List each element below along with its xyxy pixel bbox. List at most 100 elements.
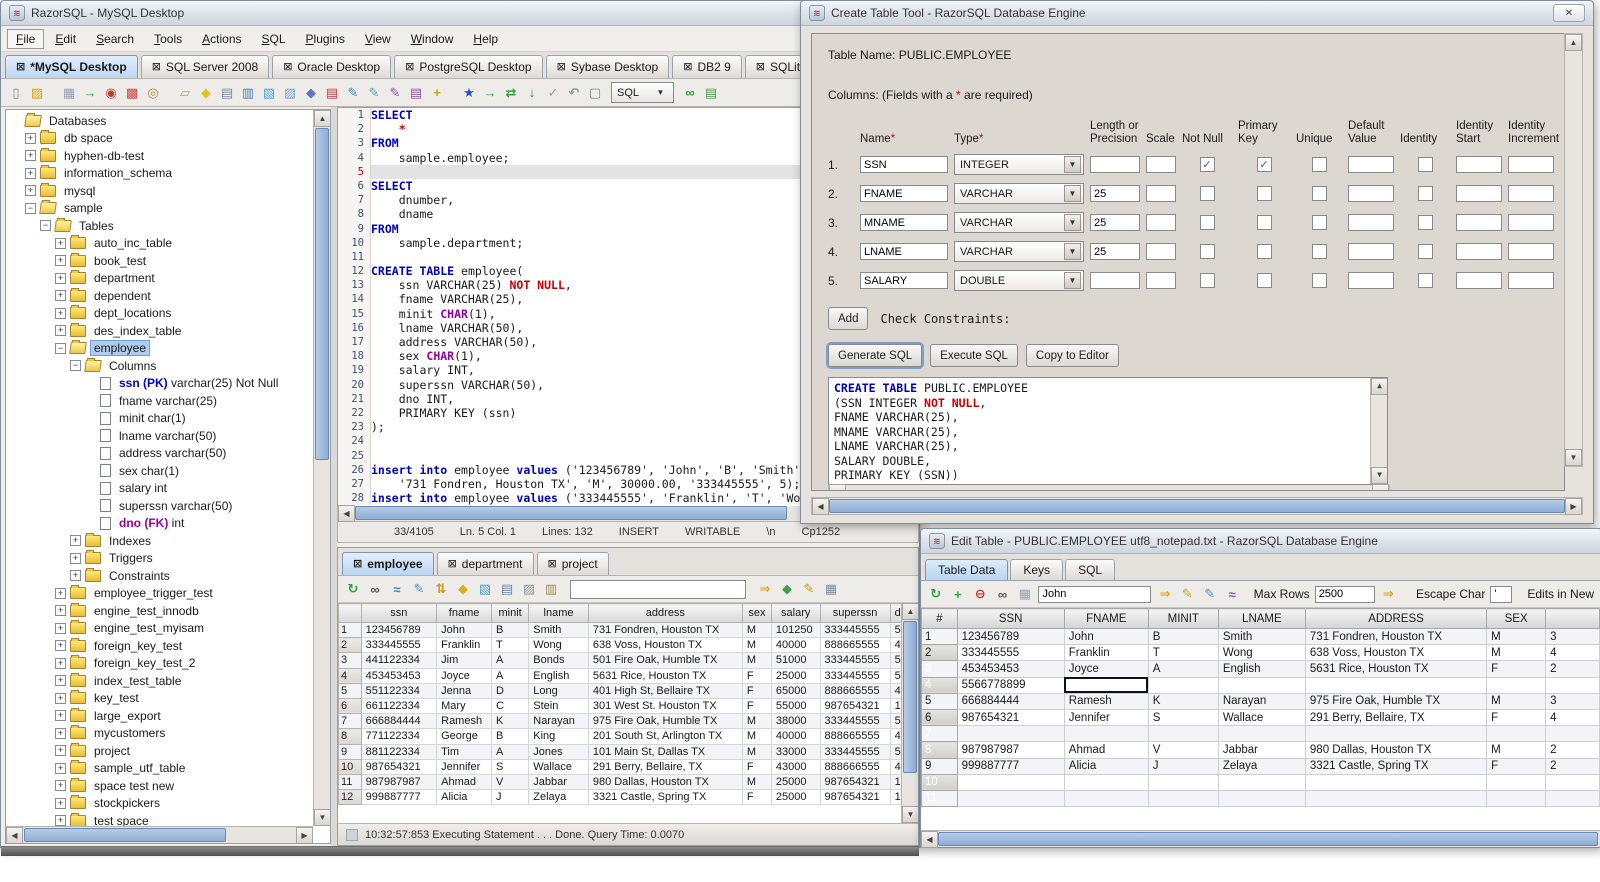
edit-cell[interactable]: F	[1486, 757, 1547, 775]
length-precision-input[interactable]	[1090, 243, 1140, 260]
table-row[interactable]: 11 987987987 Ahmad V Jabbar 980 Dallas, Houst…	[338, 773, 918, 791]
results-tab-project[interactable]: ⊠ project	[536, 552, 609, 575]
edit-cell[interactable]	[1147, 676, 1219, 694]
edit-cell[interactable]: M	[1486, 692, 1547, 710]
chevron-down-icon[interactable]: ▼	[1064, 272, 1081, 289]
edit-cell[interactable]	[1486, 725, 1547, 743]
edit-cell[interactable]	[956, 725, 1065, 743]
edit-cell[interactable]: F	[1486, 660, 1547, 678]
expand-icon[interactable]: +	[25, 185, 36, 197]
check-syntax-icon[interactable]: ✓	[544, 84, 562, 102]
collapse-icon[interactable]: −	[70, 360, 81, 372]
tree-item-key_test[interactable]: + key_test	[6, 690, 313, 708]
scroll-left-icon[interactable]: ◀	[338, 505, 355, 522]
table-row[interactable]: 8 987987987 Ahmad V Jabbar 980 Dallas, Housto…	[921, 741, 1600, 759]
identity-increment-input[interactable]	[1508, 243, 1554, 260]
search-input[interactable]	[1038, 585, 1152, 603]
tree-item-Databases[interactable]: Databases	[6, 112, 313, 130]
filter-icon[interactable]: ≈	[388, 580, 406, 598]
menu-item-actions[interactable]: Actions	[193, 29, 250, 49]
length-precision-input[interactable]	[1090, 185, 1140, 202]
table-row[interactable]: 9 881122334 Tim A Jones 101 Main St, Dallas T…	[338, 743, 918, 760]
go-arrow-icon[interactable]: ⇒	[1156, 585, 1173, 603]
connection-tab[interactable]: ⊠ PostgreSQL Desktop	[394, 55, 543, 78]
edit-cell[interactable]	[1545, 676, 1600, 694]
tree-item-foreign_key_test_2[interactable]: + foreign_key_test_2	[6, 655, 313, 673]
list-view-icon[interactable]: ▤	[702, 84, 720, 102]
tree-item-Triggers[interactable]: + Triggers	[6, 550, 313, 568]
chevron-down-icon[interactable]: ▼	[653, 85, 668, 100]
identity-start-input[interactable]	[1456, 243, 1502, 260]
primary-key-checkbox[interactable]	[1256, 244, 1272, 259]
edit-cell[interactable]: 4	[1545, 644, 1600, 662]
create-hscroll-thumb[interactable]	[829, 499, 1565, 513]
column-name-input[interactable]	[860, 156, 948, 173]
edit-cell[interactable]: A	[1147, 660, 1219, 678]
unique-checkbox[interactable]	[1311, 215, 1327, 230]
row-number[interactable]: 2	[921, 644, 958, 662]
identity-checkbox[interactable]	[1417, 186, 1433, 201]
edit-cell[interactable]: Ahmad	[1063, 741, 1149, 759]
identity-start-input[interactable]	[1456, 185, 1502, 202]
column-type-dropdown[interactable]: DOUBLE ▼	[954, 270, 1084, 291]
edit-top-rows-icon[interactable]: ✎	[344, 84, 362, 102]
column-name-input[interactable]	[860, 185, 948, 202]
expand-icon[interactable]: +	[55, 710, 66, 722]
chevron-down-icon[interactable]: ▼	[1064, 214, 1081, 231]
table-row[interactable]: 4 5566778899	[921, 676, 1600, 694]
save-results-icon[interactable]: ▦	[822, 580, 840, 598]
tree-hscroll-thumb[interactable]	[24, 828, 226, 842]
column-name-input[interactable]	[860, 272, 948, 289]
edit-cell[interactable]: 5566778899	[956, 676, 1065, 694]
results-column-header[interactable]: ssn	[360, 603, 438, 623]
copy-document-icon[interactable]: ▨	[281, 84, 299, 102]
edit-results-icon[interactable]: ✎	[410, 580, 428, 598]
tree-item-lname[interactable]: lname varchar(50)	[6, 427, 313, 445]
edit-column-header[interactable]: #	[921, 608, 958, 629]
expand-icon[interactable]: +	[55, 797, 66, 809]
edit-cell[interactable]: 975 Fire Oak, Humble TX	[1304, 692, 1488, 710]
edit-cell[interactable]	[1304, 676, 1488, 694]
edit-cell[interactable]: 291 Berry, Bellaire, TX	[1304, 708, 1488, 727]
row-number[interactable]: 10	[921, 773, 958, 791]
format-sql-icon[interactable]: ▤	[407, 84, 425, 102]
edit-cell[interactable]: F	[1486, 708, 1547, 727]
not-null-checkbox[interactable]	[1199, 244, 1215, 259]
tree-item-engine_test_innodb[interactable]: + engine_test_innodb	[6, 602, 313, 620]
expand-icon[interactable]: +	[55, 237, 66, 249]
unique-checkbox[interactable]	[1311, 186, 1327, 201]
tree-item-salary[interactable]: salary int	[6, 480, 313, 498]
edit-cell[interactable]	[1147, 773, 1219, 791]
tree-item-Constraints[interactable]: + Constraints	[6, 567, 313, 585]
edit-cell[interactable]: 123456789	[956, 627, 1065, 646]
edit-where-icon[interactable]: ✎	[386, 84, 404, 102]
table-row[interactable]: 3 453453453 Joyce A English 5631 Rice, Housto…	[921, 660, 1600, 678]
new-file-icon[interactable]: ▯	[7, 84, 25, 102]
unique-checkbox[interactable]	[1311, 244, 1327, 259]
filter-icon[interactable]: ≈	[1223, 585, 1240, 603]
results-vscroll-thumb[interactable]	[903, 621, 917, 773]
edit-column-header[interactable]	[1545, 608, 1600, 629]
search-document-icon[interactable]: ▥	[239, 84, 257, 102]
column-type-dropdown[interactable]: VARCHAR ▼	[954, 241, 1084, 262]
edit-cell[interactable]: 3	[1545, 627, 1600, 646]
edit-cell[interactable]	[1486, 676, 1547, 694]
expand-icon[interactable]: +	[70, 535, 81, 547]
refresh-document-icon[interactable]: ▧	[260, 84, 278, 102]
table-row[interactable]: 3 441122334 Jim A Bonds 501 Fire Oak, Humble …	[338, 652, 918, 669]
edit-cell[interactable]: T	[1147, 644, 1219, 662]
scroll-up-icon[interactable]: ▲	[1565, 34, 1582, 51]
expand-icon[interactable]: +	[55, 587, 66, 599]
edit-cell[interactable]	[1063, 789, 1149, 808]
scroll-up-icon[interactable]: ▲	[314, 110, 330, 127]
table-row[interactable]: 8 771122334 George B King 201 South St, Arlin…	[338, 728, 918, 745]
new-connection-icon[interactable]: ◉	[102, 84, 120, 102]
edit-cell[interactable]: Wong	[1217, 644, 1306, 662]
edit-cell[interactable]: 987654321	[956, 708, 1065, 727]
tree-item-index_test_table[interactable]: + index_test_table	[6, 672, 313, 690]
row-list-icon[interactable]: ▤	[323, 84, 341, 102]
edit-cell[interactable]	[1545, 773, 1600, 791]
identity-start-input[interactable]	[1456, 156, 1502, 173]
edit-cell[interactable]	[1304, 773, 1488, 791]
edit-cell[interactable]	[1486, 773, 1547, 791]
